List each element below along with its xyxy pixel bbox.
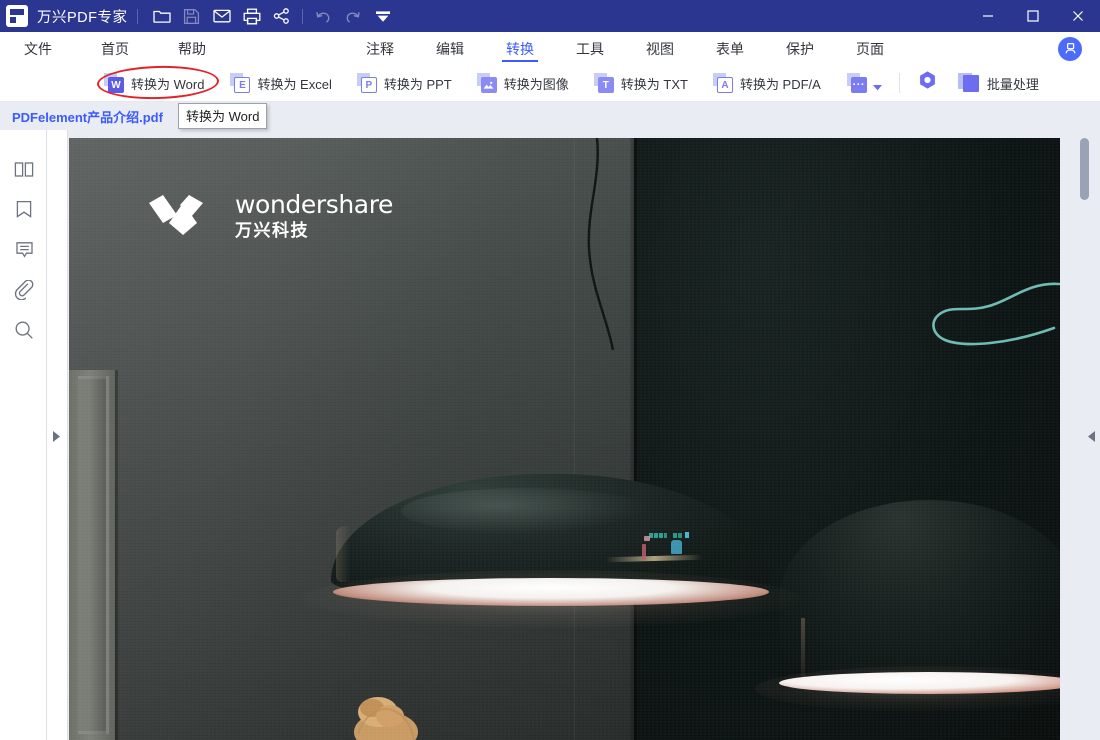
txt-icon: T xyxy=(593,73,614,93)
minimize-icon[interactable] xyxy=(965,0,1010,32)
convert-to-word[interactable]: W 转换为 Word xyxy=(97,68,211,98)
menu-item-page[interactable]: 页面 xyxy=(850,32,890,65)
app-title: 万兴PDF专家 xyxy=(37,9,128,26)
sidebar-item-search[interactable] xyxy=(11,319,37,345)
triangle-right-icon[interactable] xyxy=(52,430,62,442)
batch-pages-icon xyxy=(957,72,980,94)
ppt-icon: P xyxy=(356,73,377,93)
convert-to-excel[interactable]: E 转换为 Excel xyxy=(223,68,338,98)
comment-icon xyxy=(15,241,34,264)
user-account-icon[interactable] xyxy=(1058,36,1082,61)
menu-item-form[interactable]: 表单 xyxy=(710,32,750,65)
vertical-scrollbar-thumb[interactable] xyxy=(1080,138,1089,200)
wondershare-w-diamond-icon xyxy=(147,193,219,239)
logo-text-cn: 万兴科技 xyxy=(235,221,309,240)
left-sidebar xyxy=(0,130,47,740)
printer-icon[interactable] xyxy=(237,0,267,32)
bookmark-icon xyxy=(15,200,33,224)
folder-icon[interactable] xyxy=(147,0,177,32)
document-tab[interactable]: PDFelement产品介绍.pdf xyxy=(0,102,175,130)
page-lamp-right xyxy=(755,500,1060,720)
ribbon-toolbar: W 转换为 Word E 转换为 Excel P 转换为 PPT 转换为图像 T… xyxy=(0,65,1100,102)
sidebar-item-comments[interactable] xyxy=(11,239,37,265)
menu-bar: 文件 首页 帮助 注释 编辑 转换 工具 视图 表单 保护 页面 xyxy=(0,32,1100,65)
sidebar-item-bookmarks[interactable] xyxy=(11,199,37,225)
chevron-down-filled-icon[interactable] xyxy=(368,0,398,32)
excel-icon: E xyxy=(230,73,251,93)
batch-process-button[interactable]: 批量处理 xyxy=(951,68,1046,98)
more-formats-icon: ··· xyxy=(846,73,867,93)
convert-to-pdfa-label: 转换为 PDF/A xyxy=(739,76,821,92)
page-neon-light xyxy=(859,278,1060,408)
main-area: wondershare 万兴科技 xyxy=(0,130,1100,740)
page-person-silhouette xyxy=(334,676,464,740)
menu-left-group: 文件 首页 帮助 xyxy=(18,32,212,65)
menu-item-edit[interactable]: 编辑 xyxy=(430,32,470,65)
paperclip-icon xyxy=(14,278,34,305)
pdfa-icon: A xyxy=(712,73,733,93)
wondershare-logo-icon xyxy=(6,5,28,27)
menu-item-protect[interactable]: 保护 xyxy=(780,32,820,65)
menu-item-home[interactable]: 首页 xyxy=(95,32,135,65)
page-lamp-center xyxy=(301,474,801,628)
ribbon-divider xyxy=(898,73,900,93)
convert-to-txt-label: 转换为 TXT xyxy=(620,76,688,92)
vertical-scrollbar[interactable] xyxy=(1079,130,1091,740)
thumbnails-icon xyxy=(14,161,34,184)
menu-item-tools[interactable]: 工具 xyxy=(570,32,610,65)
undo-icon[interactable] xyxy=(308,0,338,32)
titlebar-divider-2 xyxy=(301,8,303,24)
redo-icon[interactable] xyxy=(338,0,368,32)
page-lamp-cord xyxy=(547,138,727,388)
convert-to-pdfa[interactable]: A 转换为 PDF/A xyxy=(706,68,828,98)
window-controls xyxy=(965,0,1100,32)
maximize-icon[interactable] xyxy=(1010,0,1055,32)
page-viewport[interactable]: wondershare 万兴科技 xyxy=(69,130,1070,740)
page-wondershare-logo: wondershare 万兴科技 xyxy=(147,192,393,239)
hexagon-ocr-icon xyxy=(917,70,938,96)
convert-to-ppt-label: 转换为 PPT xyxy=(383,76,452,92)
batch-process-label: 批量处理 xyxy=(986,76,1039,92)
page-door-frame xyxy=(69,370,115,740)
menu-center-group: 注释 编辑 转换 工具 视图 表单 保护 页面 xyxy=(360,32,890,65)
convert-to-word-label: 转换为 Word xyxy=(131,76,205,92)
menu-item-convert[interactable]: 转换 xyxy=(500,32,540,65)
tooltip: 转换为 Word xyxy=(178,103,268,129)
page-lamp-reflection-digits xyxy=(649,527,709,538)
document-tab-label: PDFelement产品介绍.pdf xyxy=(12,109,163,125)
image-icon xyxy=(476,73,497,93)
menu-item-help[interactable]: 帮助 xyxy=(172,32,212,65)
page-door-edge xyxy=(115,370,118,740)
title-bar: 万兴PDF专家 xyxy=(0,0,1100,32)
document-tab-bar: PDFelement产品介绍.pdf xyxy=(0,102,1100,130)
convert-to-image-label: 转换为图像 xyxy=(503,76,569,92)
sidebar-item-attachments[interactable] xyxy=(11,278,37,305)
pdf-page: wondershare 万兴科技 xyxy=(69,138,1060,740)
chevron-down-icon[interactable] xyxy=(872,78,882,96)
convert-to-excel-label: 转换为 Excel xyxy=(257,76,332,92)
convert-to-txt[interactable]: T 转换为 TXT xyxy=(587,68,695,98)
ocr-button[interactable] xyxy=(910,68,945,98)
share-icon[interactable] xyxy=(267,0,297,32)
menu-item-comment[interactable]: 注释 xyxy=(360,32,400,65)
logo-text-en: wondershare xyxy=(235,190,394,219)
convert-more[interactable]: ··· xyxy=(840,68,889,98)
search-icon xyxy=(14,320,34,345)
convert-to-image[interactable]: 转换为图像 xyxy=(470,68,576,98)
close-icon[interactable] xyxy=(1055,0,1100,32)
mail-icon[interactable] xyxy=(207,0,237,32)
sidebar-item-thumbnails[interactable] xyxy=(11,159,37,185)
word-icon: W xyxy=(104,73,124,93)
save-icon[interactable] xyxy=(177,0,207,32)
menu-item-view[interactable]: 视图 xyxy=(640,32,680,65)
convert-to-ppt[interactable]: P 转换为 PPT xyxy=(350,68,459,98)
titlebar-divider xyxy=(136,8,138,24)
menu-item-file[interactable]: 文件 xyxy=(18,32,58,65)
